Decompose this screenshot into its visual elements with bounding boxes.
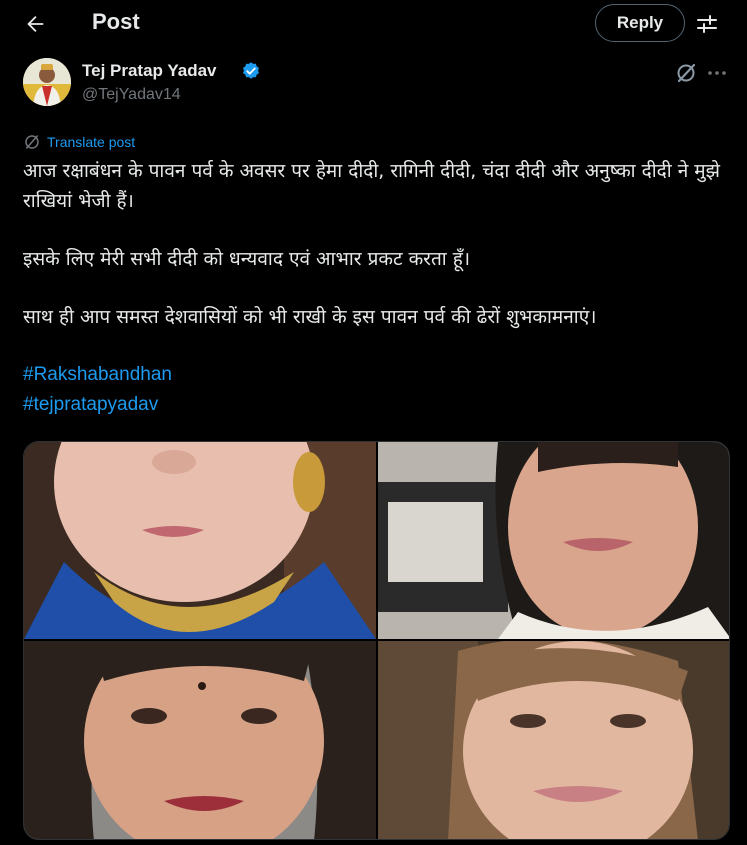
photo-1[interactable] xyxy=(24,442,376,639)
hashtag-link[interactable]: #tejpratapyadav xyxy=(23,390,733,420)
translate-label: Translate post xyxy=(47,134,136,150)
grok-icon xyxy=(677,63,696,83)
post-paragraph: साथ ही आप समस्त देशवासियों को भी राखी के… xyxy=(23,306,597,328)
author-name[interactable]: Tej Pratap Yadav xyxy=(82,61,217,81)
photo-image xyxy=(24,641,376,839)
photo-image xyxy=(24,442,376,639)
photo-3[interactable] xyxy=(24,641,376,839)
top-bar: Post Reply xyxy=(0,0,747,48)
translate-globe-icon xyxy=(25,135,39,149)
photo-image xyxy=(378,641,729,839)
verified-badge-icon xyxy=(243,62,259,79)
page-title: Post xyxy=(92,9,140,34)
photo-2[interactable] xyxy=(378,442,729,639)
filter-button[interactable] xyxy=(693,10,721,38)
avatar-image xyxy=(23,58,71,106)
post-author: Tej Pratap Yadav @TejYadav14 xyxy=(0,55,747,115)
translate-post-link[interactable]: Translate post xyxy=(23,132,135,152)
hashtag-link[interactable]: #Rakshabandhan xyxy=(23,360,733,390)
back-button[interactable] xyxy=(18,8,52,40)
photo-image xyxy=(378,442,729,639)
sliders-icon xyxy=(697,15,717,33)
more-button[interactable] xyxy=(705,61,729,85)
grok-button[interactable] xyxy=(674,61,698,85)
avatar[interactable] xyxy=(23,58,71,106)
author-handle[interactable]: @TejYadav14 xyxy=(82,86,181,104)
post-paragraph: इसके लिए मेरी सभी दीदी को धन्यवाद एवं आभ… xyxy=(23,248,471,270)
media-grid xyxy=(23,441,730,840)
post-paragraph: आज रक्षाबंधन के पावन पर्व के अवसर पर हेम… xyxy=(23,160,721,212)
back-arrow-icon xyxy=(27,16,44,32)
post-text: आज रक्षाबंधन के पावन पर्व के अवसर पर हेम… xyxy=(23,156,733,420)
photo-4[interactable] xyxy=(378,641,729,839)
more-horizontal-icon xyxy=(708,71,726,75)
reply-button[interactable]: Reply xyxy=(595,4,685,42)
